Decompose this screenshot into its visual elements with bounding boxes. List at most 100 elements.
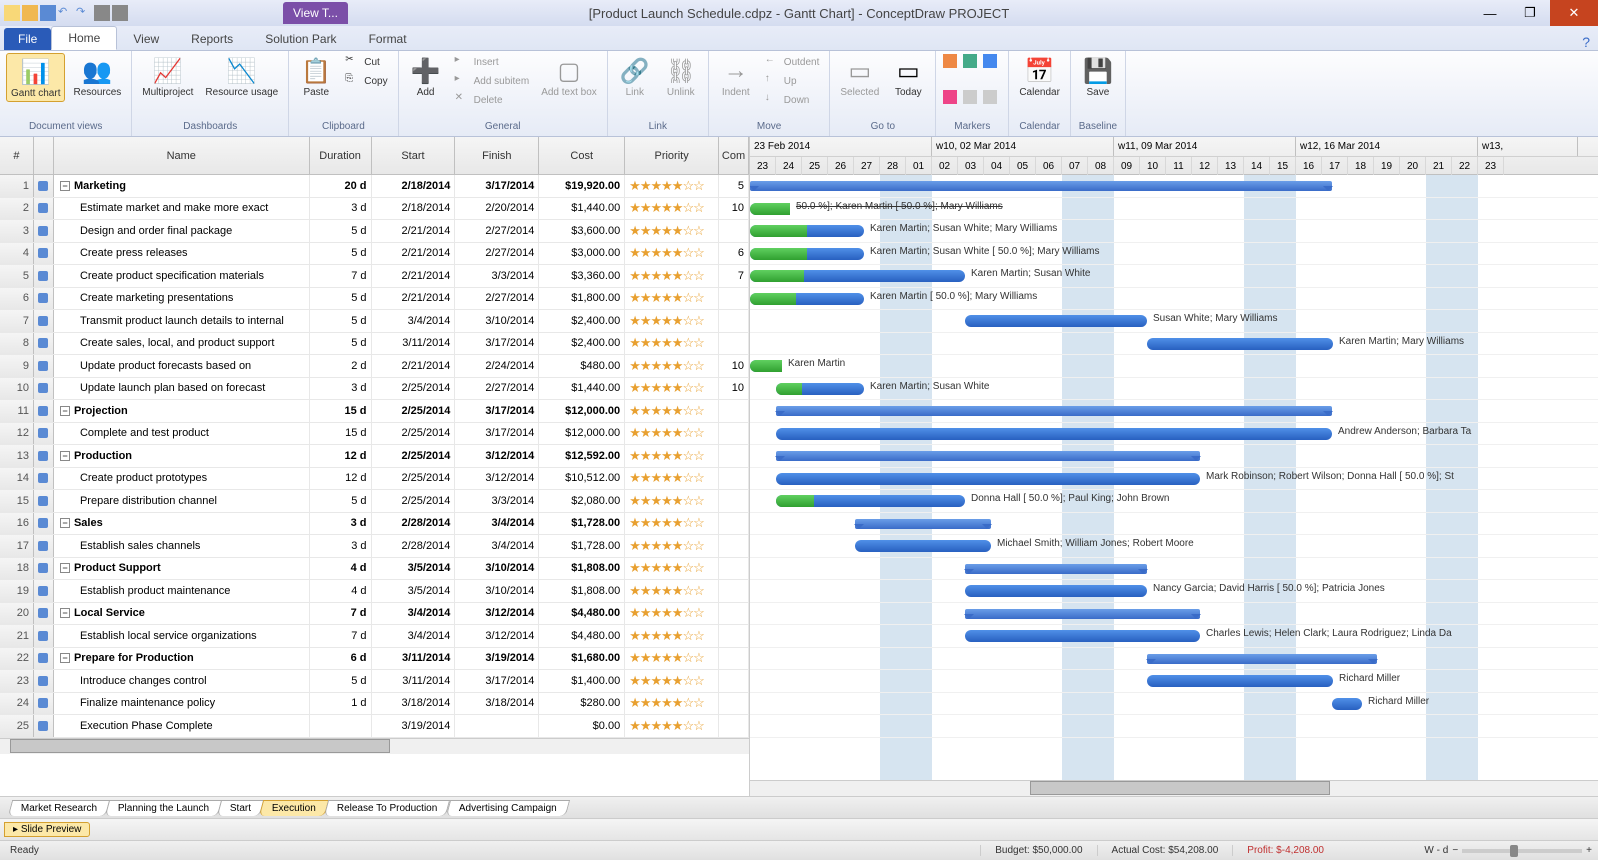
resources-button[interactable]: 👥Resources [69,53,125,100]
add-text-box-button[interactable]: ▢Add text box [537,53,601,100]
col-complete[interactable]: Com [719,137,749,174]
gantt-row[interactable]: Mark Robinson; Robert Wilson; Donna Hall… [750,468,1598,491]
zoom-out-icon[interactable]: − [1452,845,1458,856]
gantt-row[interactable]: Karen Martin; Susan White [750,265,1598,288]
col-indicator[interactable] [34,137,54,174]
multiproject-button[interactable]: 📈Multiproject [138,53,197,100]
task-bar[interactable]: Karen Martin; Susan White [ 50.0 %]; Mar… [750,248,864,260]
task-bar[interactable]: Richard Miller [1147,675,1333,687]
expand-icon[interactable]: − [60,451,70,461]
gantt-row[interactable]: Donna Hall [ 50.0 %]; Paul King; John Br… [750,490,1598,513]
zoom-in-icon[interactable]: + [1586,845,1592,856]
maximize-button[interactable]: ❐ [1510,0,1550,26]
table-row[interactable]: 20−Local Service7 d3/4/20143/12/2014$4,4… [0,603,749,626]
gantt-row[interactable]: Karen Martin [750,355,1598,378]
gantt-row[interactable]: Richard Miller [750,670,1598,693]
table-row[interactable]: 5Create product specification materials7… [0,265,749,288]
grid-body[interactable]: 1−Marketing20 d2/18/20143/17/2014$19,920… [0,175,749,738]
gantt-body[interactable]: 50.0 %]; Karen Martin [ 50.0 %]; Mary Wi… [750,175,1598,780]
summary-bar[interactable] [1147,654,1377,664]
qat-print-icon[interactable] [94,5,110,21]
expand-icon[interactable]: − [60,181,70,191]
qat-preview-icon[interactable] [112,5,128,21]
copy-button[interactable]: ⎘Copy [341,72,391,90]
table-row[interactable]: 24Finalize maintenance policy1 d3/18/201… [0,693,749,716]
table-row[interactable]: 14Create product prototypes12 d2/25/2014… [0,468,749,491]
marker-icon[interactable] [963,90,977,104]
sheet-tab[interactable]: Start [217,800,264,816]
gantt-row[interactable] [750,603,1598,626]
qat-save-icon[interactable] [40,5,56,21]
summary-bar[interactable] [776,406,1332,416]
table-row[interactable]: 2Estimate market and make more exact3 d2… [0,198,749,221]
qat-open-icon[interactable] [22,5,38,21]
tab-solution-park[interactable]: Solution Park [249,28,352,50]
table-row[interactable]: 10Update launch plan based on forecast3 … [0,378,749,401]
expand-icon[interactable]: − [60,406,70,416]
down-button[interactable]: ↓Down [761,91,824,109]
sheet-tab[interactable]: Planning the Launch [105,800,222,816]
task-bar[interactable]: Andrew Anderson; Barbara Ta [776,428,1332,440]
table-row[interactable]: 16−Sales3 d2/28/20143/4/2014$1,728.00★★★… [0,513,749,536]
gantt-row[interactable] [750,558,1598,581]
gantt-row[interactable]: Charles Lewis; Helen Clark; Laura Rodrig… [750,625,1598,648]
grid-hscroll[interactable] [0,738,749,754]
marker-icon[interactable] [943,90,957,104]
gantt-row[interactable] [750,715,1598,738]
calendar-button[interactable]: 📅Calendar [1015,53,1064,100]
up-button[interactable]: ↑Up [761,72,824,90]
table-row[interactable]: 13−Production12 d2/25/20143/12/2014$12,5… [0,445,749,468]
table-row[interactable]: 1−Marketing20 d2/18/20143/17/2014$19,920… [0,175,749,198]
col-priority[interactable]: Priority [625,137,719,174]
slide-preview-tab[interactable]: ▸ Slide Preview [4,822,90,837]
table-row[interactable]: 3Design and order final package5 d2/21/2… [0,220,749,243]
col-number[interactable]: # [0,137,34,174]
zoom-slider[interactable] [1462,849,1582,853]
table-row[interactable]: 12Complete and test product15 d2/25/2014… [0,423,749,446]
qat-undo-icon[interactable]: ↶ [58,5,74,21]
task-bar[interactable]: Mark Robinson; Robert Wilson; Donna Hall… [776,473,1200,485]
table-row[interactable]: 17Establish sales channels3 d2/28/20143/… [0,535,749,558]
today-button[interactable]: ▭Today [887,53,929,100]
insert-button[interactable]: ▸Insert [451,53,534,71]
gantt-row[interactable]: Andrew Anderson; Barbara Ta [750,423,1598,446]
unlink-button[interactable]: ⛓Unlink [660,53,702,100]
gantt-row[interactable]: Michael Smith; William Jones; Robert Moo… [750,535,1598,558]
summary-bar[interactable] [855,519,991,529]
col-duration[interactable]: Duration [310,137,372,174]
gantt-row[interactable]: Karen Martin; Susan White; Mary Williams [750,220,1598,243]
gantt-row[interactable] [750,513,1598,536]
cut-button[interactable]: ✂Cut [341,53,391,71]
gantt-row[interactable] [750,175,1598,198]
gantt-row[interactable]: Karen Martin [ 50.0 %]; Mary Williams [750,288,1598,311]
task-bar[interactable]: 50.0 %]; Karen Martin [ 50.0 %]; Mary Wi… [750,203,790,215]
delete-button[interactable]: ✕Delete [451,91,534,109]
sheet-tab[interactable]: Market Research [8,800,110,816]
task-bar[interactable]: Nancy Garcia; David Harris [ 50.0 %]; Pa… [965,585,1147,597]
qat-redo-icon[interactable]: ↷ [76,5,92,21]
table-row[interactable]: 6Create marketing presentations5 d2/21/2… [0,288,749,311]
table-row[interactable]: 8Create sales, local, and product suppor… [0,333,749,356]
col-cost[interactable]: Cost [539,137,625,174]
gantt-row[interactable] [750,445,1598,468]
view-contextual-tab[interactable]: View T... [283,2,348,24]
paste-button[interactable]: 📋Paste [295,53,337,100]
task-bar[interactable]: Richard Miller [1332,698,1362,710]
table-row[interactable]: 23Introduce changes control5 d3/11/20143… [0,670,749,693]
col-name[interactable]: Name [54,137,310,174]
gantt-chart-button[interactable]: 📊Gantt chart [6,53,65,102]
task-bar[interactable]: Charles Lewis; Helen Clark; Laura Rodrig… [965,630,1200,642]
tab-format[interactable]: Format [353,28,423,50]
file-menu[interactable]: File [4,28,51,50]
sheet-tab[interactable]: Execution [259,800,329,816]
task-bar[interactable]: Karen Martin; Susan White [750,270,965,282]
add-button[interactable]: ➕Add [405,53,447,100]
zoom-control[interactable]: W - d − + [1424,845,1592,856]
summary-bar[interactable] [965,609,1200,619]
gantt-row[interactable] [750,648,1598,671]
link-button[interactable]: 🔗Link [614,53,656,100]
outdent-button[interactable]: ←Outdent [761,53,824,71]
gantt-hscroll[interactable] [750,780,1598,796]
tab-view[interactable]: View [117,28,175,50]
gantt-row[interactable]: Karen Martin; Susan White [ 50.0 %]; Mar… [750,243,1598,266]
